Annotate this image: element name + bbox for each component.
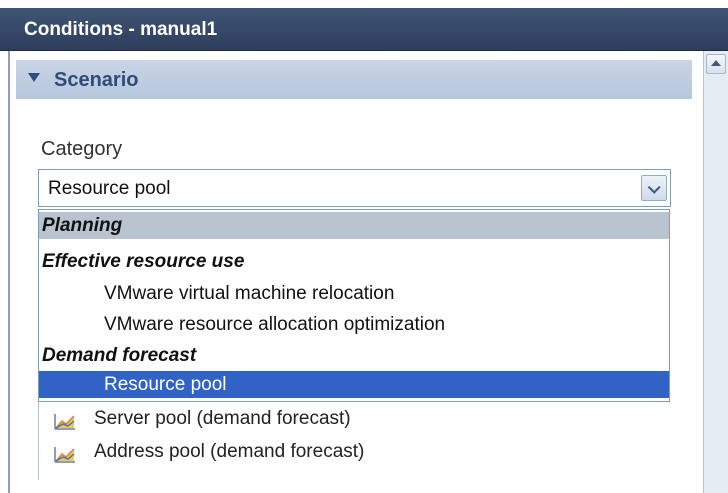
chart-icon — [54, 414, 75, 430]
list-item[interactable]: Address pool (demand forecast) — [39, 438, 669, 468]
list-item-label: Server pool (demand forecast) — [94, 408, 351, 429]
dropdown-option-label: VMware resource allocation optimization — [104, 314, 446, 335]
dropdown-option-label: VMware virtual machine relocation — [104, 283, 395, 304]
dropdown-group-label: Effective resource use — [42, 251, 245, 272]
section-title: Scenario — [54, 69, 139, 91]
dropdown-group-demand-forecast: Demand forecast — [39, 342, 669, 369]
vertical-scrollbar[interactable] — [703, 51, 728, 493]
category-dropdown-list: Planning Effective resource use VMware v… — [38, 209, 670, 402]
chart-icon — [54, 447, 75, 463]
dropdown-option-label: Resource pool — [104, 374, 227, 395]
collapse-triangle-icon[interactable] — [28, 73, 40, 82]
dropdown-option-resource-allocation[interactable]: VMware resource allocation optimization — [39, 311, 669, 338]
scroll-up-arrow-icon[interactable] — [706, 54, 726, 74]
category-select[interactable]: Resource pool — [38, 169, 671, 207]
scenario-section-header[interactable]: Scenario — [16, 60, 692, 99]
category-selected-value: Resource pool — [48, 178, 171, 199]
window-title: Conditions - manual1 — [24, 19, 218, 40]
category-label: Category — [41, 138, 123, 160]
dropdown-group-label: Demand forecast — [42, 345, 197, 366]
list-item-label: Address pool (demand forecast) — [94, 441, 365, 462]
window-title-bar: Conditions - manual1 — [0, 8, 728, 51]
dropdown-option-resource-pool[interactable]: Resource pool — [39, 371, 669, 398]
dropdown-group-label: Planning — [42, 215, 123, 236]
dropdown-group-planning: Planning — [39, 212, 669, 239]
scenario-list: Server pool (demand forecast) Address po… — [38, 402, 673, 480]
dropdown-option-vm-relocation[interactable]: VMware virtual machine relocation — [39, 280, 669, 307]
dropdown-group-effective-resource-use: Effective resource use — [39, 248, 669, 275]
list-item[interactable]: Server pool (demand forecast) — [39, 405, 669, 435]
dropdown-arrow-icon[interactable] — [641, 175, 667, 201]
